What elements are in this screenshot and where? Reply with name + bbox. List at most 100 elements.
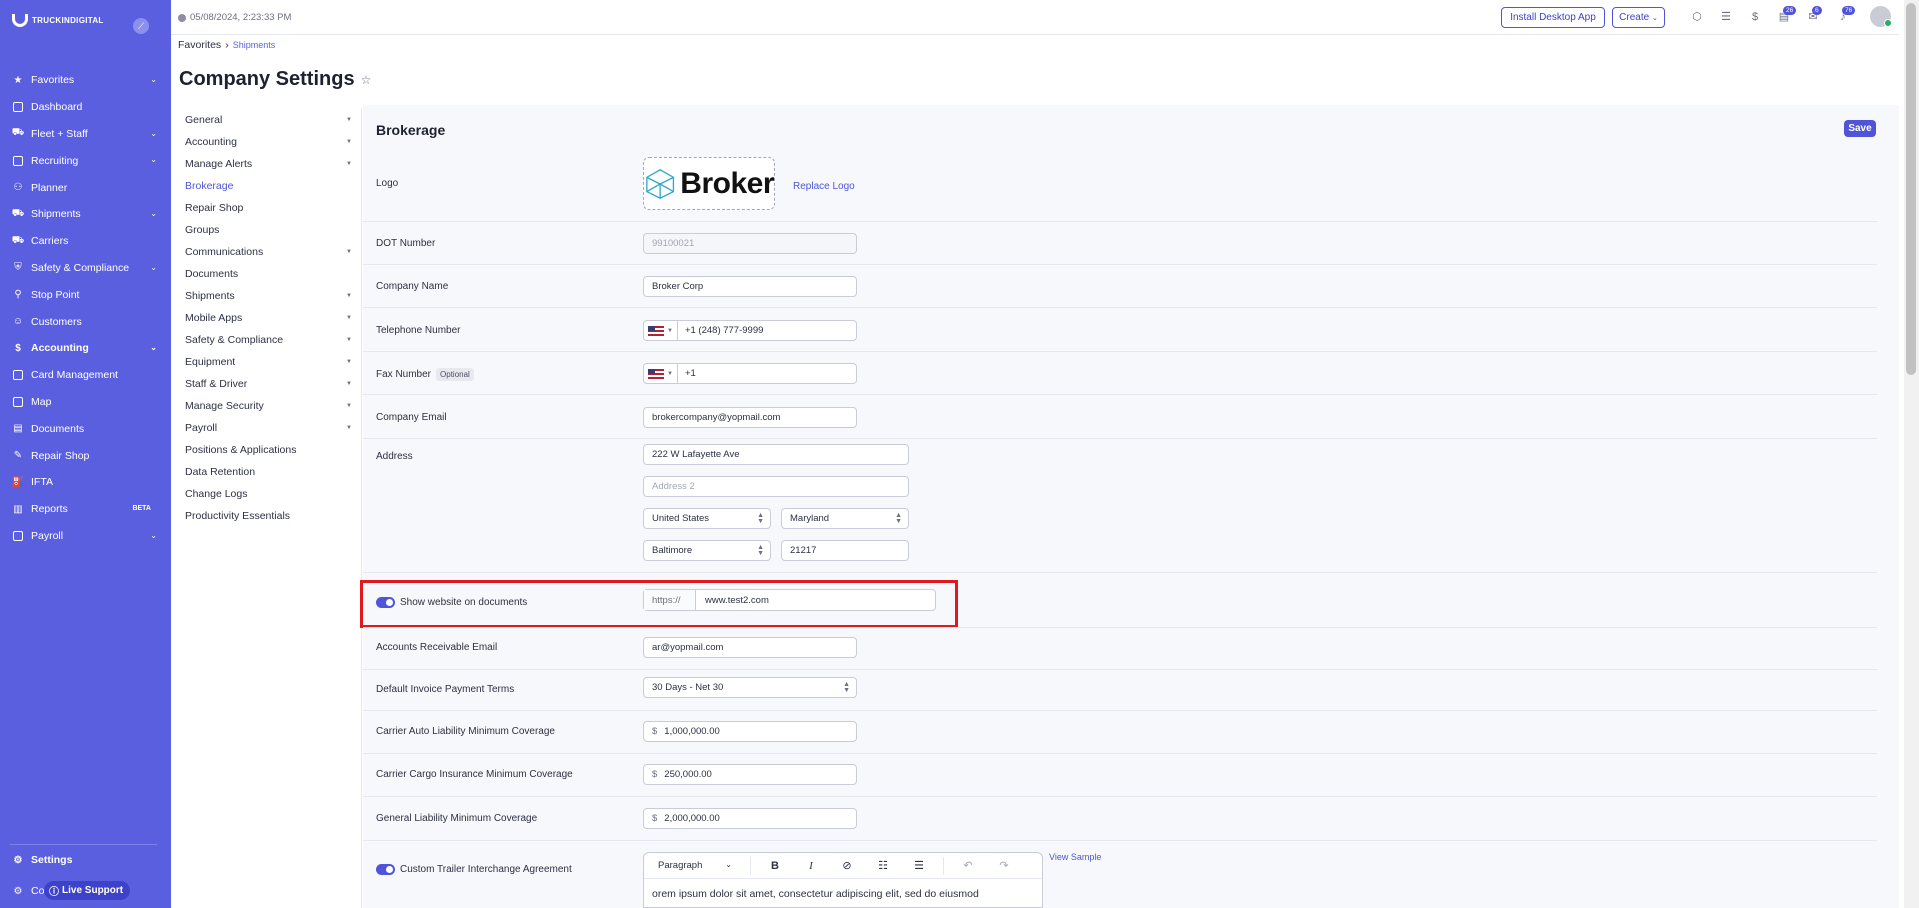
sidebar-item-carriers[interactable]: ⛟ Carriers <box>0 228 171 255</box>
numbered-list-icon[interactable]: ☰ <box>901 859 937 872</box>
highlight-annotation-box <box>360 580 958 628</box>
zip-field[interactable]: 21217 <box>781 540 909 561</box>
general-liability-field[interactable]: $2,000,000.00 <box>643 808 857 829</box>
italic-icon[interactable]: I <box>793 860 829 872</box>
favorite-star-icon[interactable]: ☆ <box>361 73 372 87</box>
country-code-selector[interactable]: ▼ <box>648 364 678 383</box>
company-name-field[interactable]: Broker Corp <box>643 276 857 297</box>
document-icon: ▤ <box>13 423 23 435</box>
create-button[interactable]: Create ⌄ <box>1612 7 1665 28</box>
live-support-button[interactable]: ⓘ Live Support <box>44 881 131 900</box>
submenu-item-documents[interactable]: Documents <box>171 263 361 285</box>
sidebar-item-customers[interactable]: ☺ Customers <box>0 308 171 335</box>
tasks-icon[interactable]: ▤ 26 <box>1777 6 1797 24</box>
submenu-item-mobile-apps[interactable]: Mobile Apps ▼ <box>171 307 361 329</box>
sidebar-item-recruiting[interactable]: Recruiting ⌄ <box>0 147 171 174</box>
dot-number-field[interactable]: 99100021 <box>643 233 857 254</box>
editor-content[interactable]: orem ipsum dolor sit amet, consectetur a… <box>644 879 1042 908</box>
submenu-item-staff-driver[interactable]: Staff & Driver ▼ <box>171 373 361 395</box>
beta-badge: BETA <box>132 504 151 512</box>
sidebar-item-fleet-staff[interactable]: ⛟ Fleet + Staff ⌄ <box>0 121 171 148</box>
breadcrumb-current[interactable]: Shipments <box>233 40 276 50</box>
bulleted-list-icon[interactable]: ☷ <box>865 859 901 872</box>
submenu-item-general[interactable]: General ▼ <box>171 109 361 131</box>
trailer-agreement-toggle[interactable] <box>376 864 395 875</box>
state-select[interactable]: Maryland ▲ ▼ <box>781 508 909 529</box>
submenu-item-accounting[interactable]: Accounting ▼ <box>171 131 361 153</box>
submenu-item-communications[interactable]: Communications ▼ <box>171 241 361 263</box>
chevron-down-icon: ▼ <box>667 327 673 334</box>
sidebar-item-card-management[interactable]: Card Management <box>0 362 171 389</box>
telephone-field[interactable]: ▼ +1 (248) 777-9999 <box>643 320 857 341</box>
bell-icon[interactable]: ♪ 76 <box>1836 6 1856 24</box>
install-desktop-app-button[interactable]: Install Desktop App <box>1501 7 1605 28</box>
submenu-item-groups[interactable]: Groups <box>171 219 361 241</box>
fax-number-field[interactable]: ▼ +1 <box>643 363 857 384</box>
breadcrumb-root[interactable]: Favorites <box>178 39 221 51</box>
ar-email-field[interactable]: ar@yopmail.com <box>643 637 857 658</box>
avatar[interactable] <box>1870 6 1892 27</box>
sidebar-item-safety-compliance[interactable]: ⛨ Safety & Compliance ⌄ <box>0 255 171 282</box>
sidebar-item-favorites[interactable]: ★ Favorites ⌄ <box>0 67 171 94</box>
sidebar-item-label: Stop Point <box>31 288 80 301</box>
card-icon <box>12 369 24 381</box>
address-line1-field[interactable]: 222 W Lafayette Ave <box>643 444 909 465</box>
auto-liability-field[interactable]: $1,000,000.00 <box>643 721 857 742</box>
sidebar-item-payroll[interactable]: Payroll ⌄ <box>0 523 171 550</box>
country-code-selector[interactable]: ▼ <box>648 321 678 340</box>
sidebar-item-label: Favorites <box>31 74 75 87</box>
sidebar-item-shipments[interactable]: ⛟ Shipments ⌄ <box>0 201 171 228</box>
row-divider <box>363 669 1877 670</box>
sidebar-item-repair-shop[interactable]: ✎ Repair Shop <box>0 442 171 469</box>
sidebar-item-planner[interactable]: ⚇ Planner <box>0 174 171 201</box>
sidebar-item-reports[interactable]: ▥ Reports BETA <box>0 496 171 523</box>
submenu-item-positions-applications[interactable]: Positions & Applications <box>171 439 361 461</box>
currency-symbol: $ <box>652 769 658 780</box>
payment-terms-select[interactable]: 30 Days - Net 30 ▲ ▼ <box>643 677 857 698</box>
dollar-circle-icon[interactable]: $ <box>1748 10 1762 24</box>
city-select[interactable]: Baltimore ▲ ▼ <box>643 540 771 561</box>
country-select[interactable]: United States ▲ ▼ <box>643 508 771 529</box>
view-sample-link[interactable]: View Sample <box>1049 852 1101 862</box>
brand-mark-icon <box>10 12 28 28</box>
list-icon[interactable]: ☰ <box>1719 10 1733 24</box>
submenu-item-label: Positions & Applications <box>185 444 297 456</box>
submenu-item-manage-security[interactable]: Manage Security ▼ <box>171 395 361 417</box>
brand-logo[interactable]: TRUCKINDIGITAL <box>10 12 104 28</box>
box-icon[interactable]: ⬡ <box>1690 10 1704 24</box>
submenu-item-shipments[interactable]: Shipments ▼ <box>171 285 361 307</box>
submenu-item-repair-shop[interactable]: Repair Shop <box>171 197 361 219</box>
sidebar-item-dashboard[interactable]: Dashboard <box>0 94 171 121</box>
sidebar-item-co[interactable]: ⚙ Co <box>12 885 45 897</box>
paragraph-style-select[interactable]: Paragraph ⌄ <box>644 860 744 871</box>
messages-icon[interactable]: ✉ 6 <box>1806 6 1822 24</box>
link-icon[interactable]: ⊘ <box>829 859 865 872</box>
sidebar-item-stop-point[interactable]: ⚲ Stop Point <box>0 281 171 308</box>
replace-logo-link[interactable]: Replace Logo <box>793 181 855 192</box>
submenu-item-data-retention[interactable]: Data Retention <box>171 461 361 483</box>
undo-icon[interactable]: ↶ <box>950 859 986 872</box>
dashboard-icon <box>12 101 24 113</box>
submenu-item-manage-alerts[interactable]: Manage Alerts ▼ <box>171 153 361 175</box>
logo-upload-box[interactable]: Broker <box>643 157 775 210</box>
address-line2-field[interactable]: Address 2 <box>643 476 909 497</box>
save-button[interactable]: Save <box>1844 120 1876 137</box>
submenu-item-productivity-essentials[interactable]: Productivity Essentials <box>171 505 361 527</box>
submenu-item-safety-compliance[interactable]: Safety & Compliance ▼ <box>171 329 361 351</box>
agreement-rich-text-editor[interactable]: Paragraph ⌄ B I ⊘ ☷ ☰ ↶ ↷ orem ipsum dolo… <box>643 852 1043 908</box>
bold-icon[interactable]: B <box>757 860 793 872</box>
company-email-field[interactable]: brokercompany@yopmail.com <box>643 407 857 428</box>
sidebar-item-map[interactable]: Map <box>0 389 171 416</box>
redo-icon[interactable]: ↷ <box>986 859 1022 872</box>
cargo-insurance-field[interactable]: $250,000.00 <box>643 764 857 785</box>
submenu-item-equipment[interactable]: Equipment ▼ <box>171 351 361 373</box>
sidebar-item-documents[interactable]: ▤ Documents <box>0 415 171 442</box>
submenu-item-brokerage[interactable]: Brokerage <box>171 175 361 197</box>
sidebar-item-ifta[interactable]: ⛽ IFTA <box>0 469 171 496</box>
submenu-item-change-logs[interactable]: Change Logs <box>171 483 361 505</box>
page-scrollbar-thumb[interactable] <box>1906 3 1916 375</box>
sidebar-item-accounting[interactable]: $ Accounting ⌄ <box>0 335 171 362</box>
submenu-item-payroll[interactable]: Payroll ▼ <box>171 417 361 439</box>
sidebar-item-settings[interactable]: ⚙ Settings <box>12 854 73 866</box>
sidebar-collapse-icon[interactable]: ⟋ <box>133 18 149 34</box>
